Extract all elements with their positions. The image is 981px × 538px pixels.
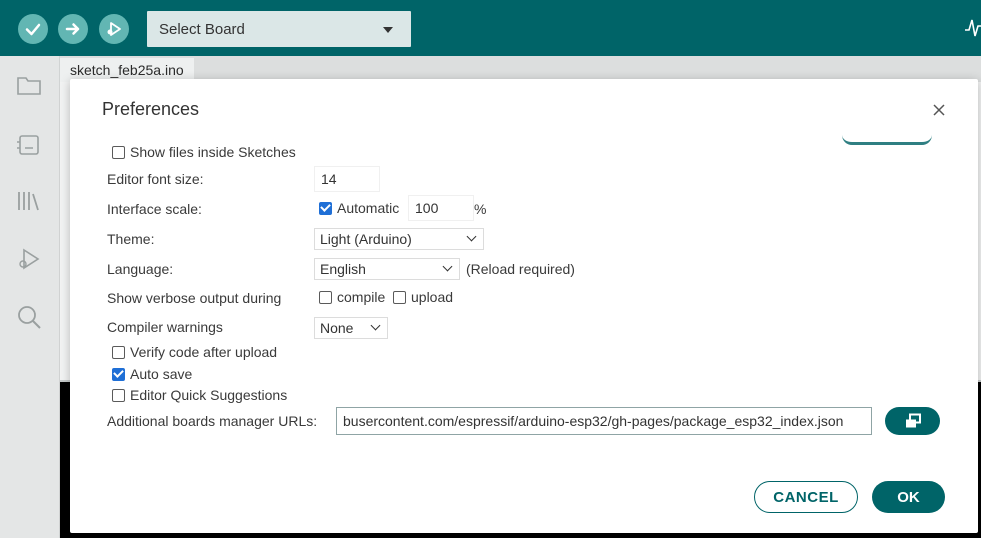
ok-button[interactable]: OK: [872, 481, 945, 513]
percent-unit: %: [474, 201, 487, 217]
serial-plotter-icon[interactable]: [965, 18, 981, 38]
compiler-warnings-select[interactable]: None: [314, 317, 388, 339]
quick-suggestions-checkbox[interactable]: Editor Quick Suggestions: [112, 387, 287, 403]
verify-label: Verify code after upload: [130, 344, 278, 360]
quick-suggestions-label: Editor Quick Suggestions: [130, 387, 288, 403]
hidden-button-edge: [842, 135, 932, 145]
compile-label: compile: [337, 289, 386, 305]
check-icon: [25, 23, 41, 36]
verify-button[interactable]: [18, 14, 48, 44]
checkbox-box[interactable]: [112, 145, 125, 159]
theme-label: Theme:: [107, 231, 155, 247]
chevron-down-icon: [370, 320, 381, 331]
compiler-warnings-label: Compiler warnings: [107, 319, 223, 335]
arrow-right-icon: [65, 23, 80, 35]
language-label: Language:: [107, 261, 174, 277]
open-window-icon: [905, 413, 921, 428]
compiler-warnings-value: None: [320, 320, 354, 336]
interface-scale-input[interactable]: 100: [408, 195, 474, 221]
boards-urls-input[interactable]: busercontent.com/espressif/arduino-esp32…: [336, 407, 872, 435]
chevron-down-icon: [466, 231, 477, 242]
verify-after-upload-checkbox[interactable]: Verify code after upload: [112, 344, 277, 360]
debug-sidebar-icon[interactable]: [14, 244, 44, 274]
auto-save-label: Auto save: [130, 366, 193, 382]
preferences-dialog: Preferences Show files inside Sketches E…: [70, 79, 978, 533]
sidebar: [0, 56, 60, 538]
toolbar: Select Board: [0, 0, 981, 56]
search-icon[interactable]: [14, 302, 44, 332]
checkbox-box[interactable]: [393, 290, 406, 304]
automatic-label: Automatic: [337, 200, 400, 216]
checkbox-box[interactable]: [112, 345, 125, 359]
reload-note: (Reload required): [466, 261, 575, 277]
chevron-down-icon: [383, 27, 393, 33]
debug-icon: [107, 22, 121, 36]
dialog-title: Preferences: [102, 99, 200, 119]
board-select[interactable]: Select Board: [147, 11, 411, 47]
show-files-label: Show files inside Sketches: [130, 144, 296, 160]
close-icon[interactable]: [930, 101, 948, 119]
checkbox-box[interactable]: [112, 388, 125, 402]
edit-urls-button[interactable]: [885, 407, 940, 435]
show-files-checkbox[interactable]: Show files inside Sketches: [112, 144, 296, 160]
checkbox-box[interactable]: [319, 201, 332, 215]
automatic-scale-checkbox[interactable]: Automatic: [319, 200, 399, 216]
verbose-label: Show verbose output during: [107, 290, 282, 306]
chevron-down-icon: [442, 261, 453, 272]
upload-label: upload: [411, 289, 454, 305]
language-value: English: [320, 261, 366, 277]
language-select[interactable]: English: [314, 258, 460, 280]
verbose-upload-checkbox[interactable]: upload: [393, 289, 453, 305]
verbose-compile-checkbox[interactable]: compile: [319, 289, 385, 305]
upload-button[interactable]: [58, 14, 88, 44]
font-size-label: Editor font size:: [107, 171, 204, 187]
theme-value: Light (Arduino): [320, 231, 412, 247]
auto-save-checkbox[interactable]: Auto save: [112, 366, 192, 382]
font-size-input[interactable]: 14: [314, 166, 380, 192]
folder-icon[interactable]: [14, 70, 44, 100]
library-icon[interactable]: [14, 186, 44, 216]
boards-urls-label: Additional boards manager URLs:: [107, 413, 318, 429]
boards-manager-icon[interactable]: [14, 130, 44, 160]
theme-select[interactable]: Light (Arduino): [314, 228, 484, 250]
debug-button[interactable]: [99, 14, 129, 44]
checkbox-box[interactable]: [319, 290, 332, 304]
checkbox-box[interactable]: [112, 367, 125, 381]
cancel-button[interactable]: CANCEL: [754, 481, 858, 513]
board-select-label: Select Board: [159, 20, 245, 38]
interface-scale-label: Interface scale:: [107, 201, 202, 217]
